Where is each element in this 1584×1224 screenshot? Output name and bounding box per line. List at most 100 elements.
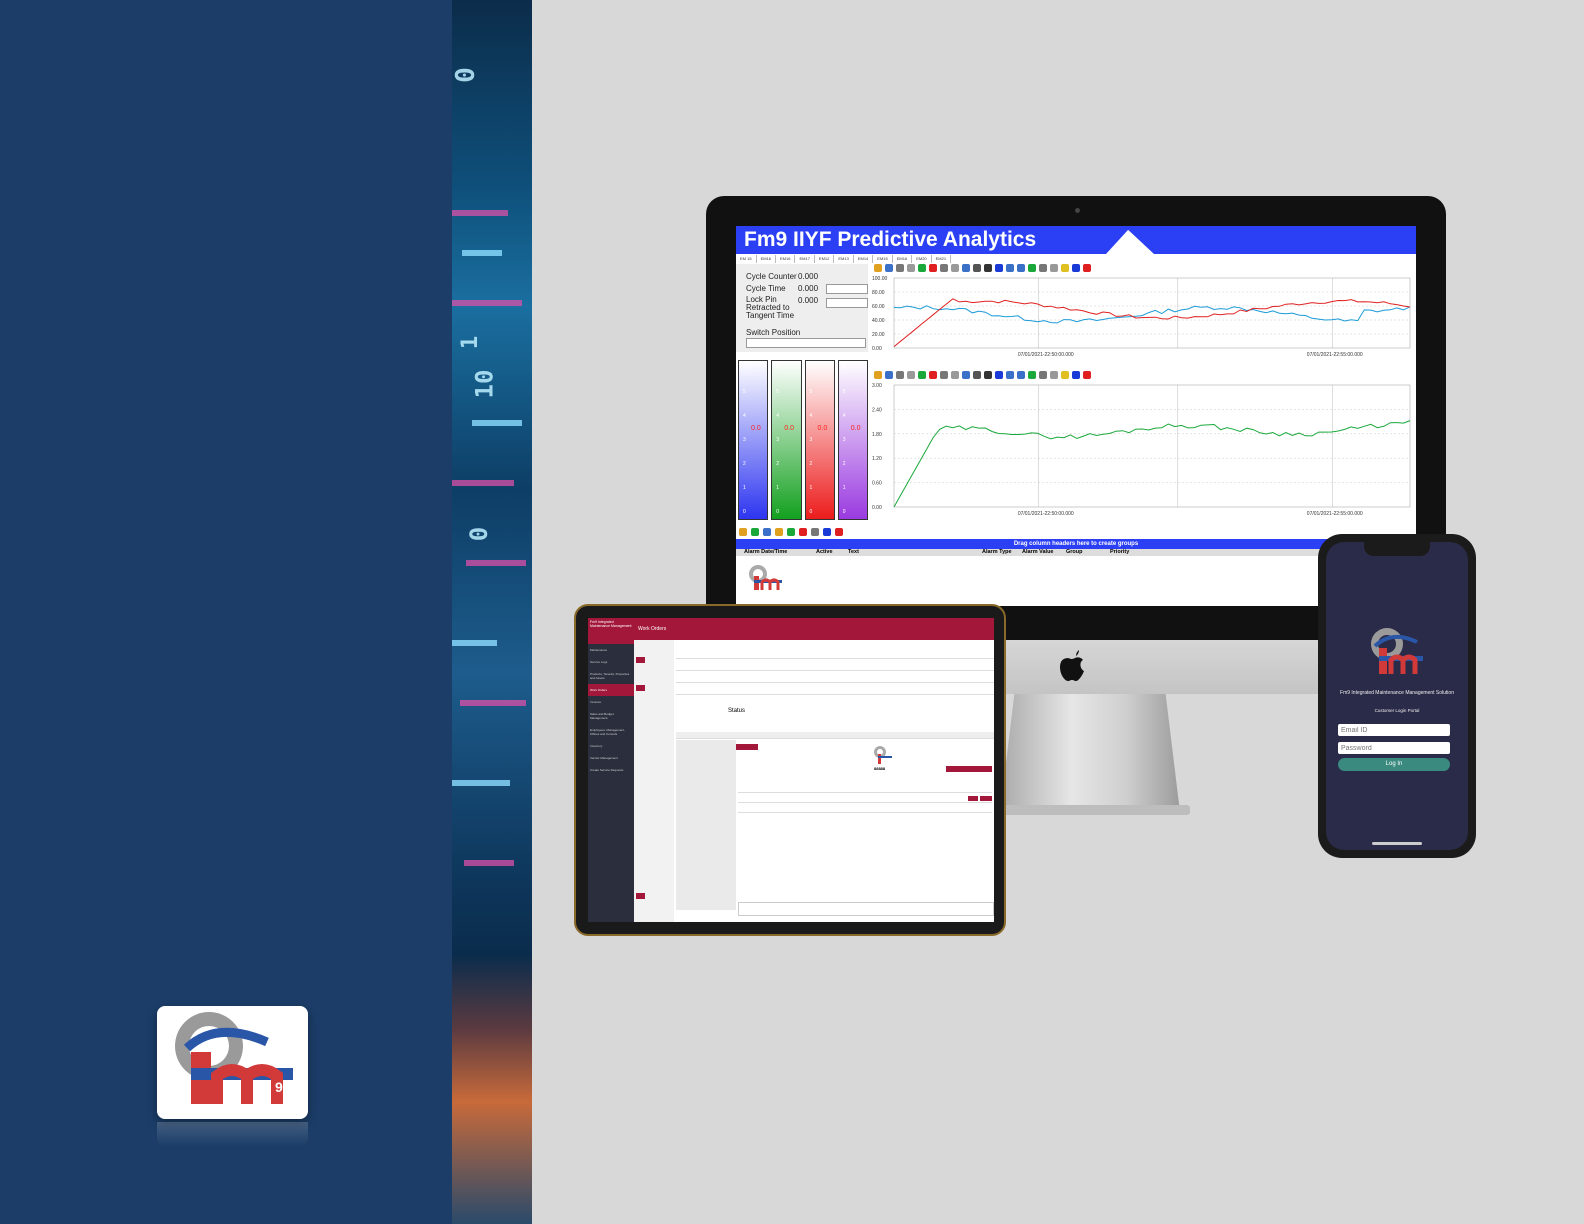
- toolbar-icon[interactable]: [1028, 371, 1036, 379]
- column-header[interactable]: Priority: [1110, 549, 1129, 556]
- toolbar-icon[interactable]: [973, 371, 981, 379]
- gauge-tick-label: 5: [743, 389, 746, 395]
- lock-pin-field[interactable]: [826, 298, 868, 308]
- toolbar-icon[interactable]: [823, 528, 831, 536]
- toolbar-icon[interactable]: [918, 264, 926, 272]
- toolbar-icon[interactable]: [962, 264, 970, 272]
- toolbar-icon[interactable]: [787, 528, 795, 536]
- y-tick-label: 60.00: [872, 304, 885, 310]
- tablet-action-button[interactable]: [736, 744, 758, 750]
- toolbar-icon[interactable]: [874, 264, 882, 272]
- toolbar-icon[interactable]: [929, 264, 937, 272]
- toolbar-icon[interactable]: [751, 528, 759, 536]
- toolbar-icon[interactable]: [995, 264, 1003, 272]
- toolbar-icon[interactable]: [1006, 264, 1014, 272]
- tablet-small-button[interactable]: [980, 796, 992, 801]
- toolbar-icon[interactable]: [1017, 371, 1025, 379]
- email-field[interactable]: [1338, 724, 1450, 736]
- app-tab[interactable]: EM16: [776, 255, 796, 263]
- toolbar-icon[interactable]: [811, 528, 819, 536]
- gauge-tick-label: 2: [776, 461, 780, 467]
- chart-toolbar-top: [870, 262, 1416, 274]
- toolbar-icon[interactable]: [951, 371, 959, 379]
- tablet-sidebar-item[interactable]: Work Orders: [588, 684, 634, 696]
- tablet-sidebar-item[interactable]: Sales and Budget Management: [588, 708, 634, 724]
- tablet-small-button[interactable]: [968, 796, 978, 801]
- monitor-stand: [1000, 694, 1180, 812]
- app-tab[interactable]: EM13: [834, 255, 854, 263]
- column-header[interactable]: Active: [816, 549, 833, 556]
- toolbar-icon[interactable]: [835, 528, 843, 536]
- tablet-sidebar-item[interactable]: Products, Tenants, Properties and Assets: [588, 668, 634, 684]
- app-tab[interactable]: EM 15: [736, 255, 757, 263]
- toolbar-icon[interactable]: [973, 264, 981, 272]
- tablet-sidebar-item[interactable]: Maintenance: [588, 644, 634, 656]
- filter-button[interactable]: [636, 657, 645, 663]
- tablet-sidebar-item[interactable]: Invoices: [588, 696, 634, 708]
- deco-digit: 1: [458, 335, 484, 350]
- tablet-sidebar-item[interactable]: Service Logs: [588, 656, 634, 668]
- toolbar-icon[interactable]: [995, 371, 1003, 379]
- toolbar-icon[interactable]: [951, 264, 959, 272]
- toolbar-icon[interactable]: [940, 264, 948, 272]
- filter-button[interactable]: [636, 685, 645, 691]
- toolbar-icon[interactable]: [739, 528, 747, 536]
- toolbar-icon[interactable]: [984, 264, 992, 272]
- app-tab[interactable]: EM12: [815, 255, 835, 263]
- cycle-time-field[interactable]: [826, 284, 868, 294]
- toolbar-icon[interactable]: [1039, 264, 1047, 272]
- tablet-sidebar-item[interactable]: Create Service Requests: [588, 764, 634, 776]
- toolbar-icon[interactable]: [1028, 264, 1036, 272]
- column-header[interactable]: Text: [848, 549, 859, 556]
- app-tab[interactable]: EM17: [795, 255, 815, 263]
- toolbar-icon[interactable]: [896, 371, 904, 379]
- gauge-tick-label: 6: [809, 365, 813, 371]
- app-tab[interactable]: EM16: [757, 255, 777, 263]
- password-field[interactable]: [1338, 742, 1450, 754]
- toolbar-icon[interactable]: [918, 371, 926, 379]
- tablet-submit-button[interactable]: [946, 766, 992, 772]
- toolbar-icon[interactable]: [1017, 264, 1025, 272]
- column-header[interactable]: Alarm Type: [982, 549, 1012, 556]
- deco-bar: [452, 780, 510, 786]
- toolbar-icon[interactable]: [940, 371, 948, 379]
- toolbar-icon[interactable]: [984, 371, 992, 379]
- deco-bar: [452, 300, 522, 306]
- toolbar-icon[interactable]: [874, 371, 882, 379]
- toolbar-icon[interactable]: [1039, 371, 1047, 379]
- toolbar-icon[interactable]: [1006, 371, 1014, 379]
- toolbar-icon[interactable]: [885, 371, 893, 379]
- toolbar-icon[interactable]: [1083, 371, 1091, 379]
- toolbar-icon[interactable]: [1072, 371, 1080, 379]
- column-header[interactable]: Group: [1066, 549, 1083, 556]
- column-header[interactable]: Alarm Value: [1022, 549, 1054, 556]
- toolbar-icon[interactable]: [1050, 371, 1058, 379]
- toolbar-icon[interactable]: [1072, 264, 1080, 272]
- title-bar-accent: [1124, 226, 1416, 254]
- toolbar-icon[interactable]: [1050, 264, 1058, 272]
- tablet-sidebar-item[interactable]: Employees, Management, Offices and Contr…: [588, 724, 634, 740]
- gauge-tick-label: 1: [842, 485, 846, 491]
- toolbar-icon[interactable]: [763, 528, 771, 536]
- filter-button[interactable]: [636, 893, 645, 899]
- toolbar-icon[interactable]: [799, 528, 807, 536]
- switch-position-field[interactable]: [746, 338, 866, 348]
- toolbar-icon[interactable]: [907, 264, 915, 272]
- toolbar-icon[interactable]: [929, 371, 937, 379]
- toolbar-icon[interactable]: [962, 371, 970, 379]
- toolbar-icon[interactable]: [1083, 264, 1091, 272]
- tablet-sidebar-item[interactable]: Inventory: [588, 740, 634, 752]
- toolbar-icon[interactable]: [896, 264, 904, 272]
- notes-field[interactable]: [738, 902, 994, 916]
- login-button[interactable]: Log In: [1338, 758, 1450, 771]
- toolbar-icon[interactable]: [775, 528, 783, 536]
- column-header[interactable]: Alarm Date/Time: [744, 549, 787, 556]
- gauge-tick-label: 1: [809, 485, 813, 491]
- tablet-sidebar-item[interactable]: Vendor Management: [588, 752, 634, 764]
- toolbar-icon[interactable]: [885, 264, 893, 272]
- toolbar-icon[interactable]: [1061, 371, 1069, 379]
- tablet-fm9-logo: [872, 744, 894, 766]
- toolbar-icon[interactable]: [907, 371, 915, 379]
- red-gauge: 0.0 6 5 4 3 2 1 0: [804, 360, 835, 520]
- toolbar-icon[interactable]: [1061, 264, 1069, 272]
